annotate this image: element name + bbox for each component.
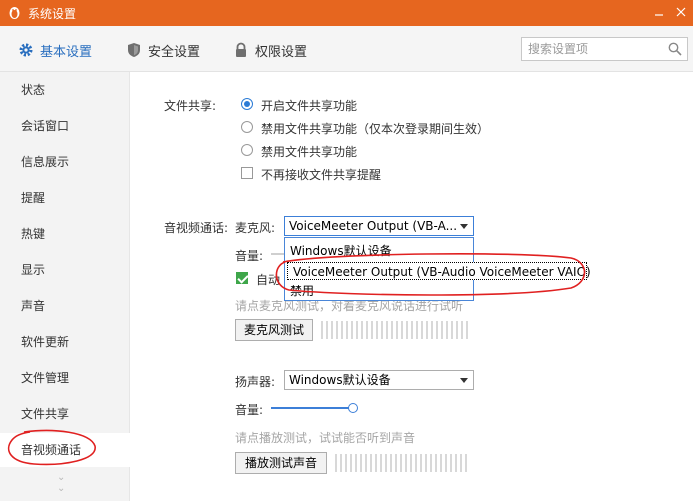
settings-search-box[interactable] bbox=[521, 37, 688, 61]
speaker-test-button[interactable]: 播放测试声音 bbox=[235, 452, 327, 474]
radio-enable-file-share[interactable] bbox=[241, 98, 253, 110]
speaker-level-meter bbox=[335, 454, 467, 472]
dropdown-option-windows-default[interactable]: Windows默认设备 bbox=[285, 242, 473, 260]
settings-sidebar: 状态 会话窗口 信息展示 提醒 热键 显示 声音 软件更新 文件管理 文件共享 … bbox=[0, 72, 130, 501]
checkbox-mic-auto[interactable] bbox=[236, 272, 248, 284]
microphone-selected-value: VoiceMeeter Output (VB-A... bbox=[289, 219, 458, 233]
mic-level-meter bbox=[321, 321, 468, 339]
penguin-logo-icon bbox=[9, 7, 20, 19]
sidebar-item-software-update[interactable]: 软件更新 bbox=[0, 325, 130, 359]
tab-security-settings[interactable]: 安全设置 bbox=[126, 40, 200, 60]
mic-auto-label[interactable]: 自动 bbox=[256, 271, 280, 288]
minimize-icon[interactable] bbox=[650, 4, 668, 22]
checkbox-no-share-prompt[interactable] bbox=[241, 167, 253, 179]
sidebar-item-sound[interactable]: 声音 bbox=[0, 289, 130, 323]
sidebar-item-file-sharing[interactable]: 文件共享 bbox=[0, 397, 130, 431]
tab-label: 权限设置 bbox=[255, 44, 308, 60]
tab-permission-settings[interactable]: 权限设置 bbox=[233, 40, 307, 60]
sidebar-scroll-arrows[interactable]: ⌄ ⌄ bbox=[57, 472, 65, 494]
checkbox-label[interactable]: 不再接收文件共享提醒 bbox=[261, 166, 381, 183]
sidebar-item-hotkeys[interactable]: 热键 bbox=[0, 217, 130, 251]
mic-volume-slider[interactable] bbox=[271, 253, 285, 255]
dropdown-option-voicemeeter[interactable]: VoiceMeeter Output (VB-Audio VoiceMeeter… bbox=[287, 262, 591, 280]
speaker-select[interactable]: Windows默认设备 bbox=[284, 370, 474, 390]
radio-disable-file-share[interactable] bbox=[241, 144, 253, 156]
tab-basic-settings[interactable]: 基本设置 bbox=[18, 40, 92, 60]
window-title: 系统设置 bbox=[28, 7, 77, 21]
av-call-label: 音视频通话: bbox=[164, 221, 229, 235]
speaker-volume-fill bbox=[271, 407, 353, 409]
radio-label[interactable]: 禁用文件共享功能（仅本次登录期间生效） bbox=[261, 120, 489, 137]
speaker-volume-thumb[interactable] bbox=[348, 403, 358, 413]
chevron-down-icon[interactable]: ⌄ bbox=[57, 472, 65, 483]
sidebar-item-reminder[interactable]: 提醒 bbox=[0, 181, 130, 215]
close-icon[interactable] bbox=[672, 4, 690, 22]
sidebar-item-av-call[interactable]: 音视频通话 bbox=[0, 433, 130, 467]
microphone-select[interactable]: VoiceMeeter Output (VB-A... bbox=[284, 216, 474, 236]
mic-volume-label: 音量: bbox=[235, 249, 264, 263]
microphone-dropdown-list: Windows默认设备 VoiceMeeter Output (VB-Audio… bbox=[284, 237, 591, 301]
chevron-down-icon bbox=[460, 224, 468, 229]
sidebar-item-file-management[interactable]: 文件管理 bbox=[0, 361, 130, 395]
chevron-down-icon[interactable]: ⌄ bbox=[57, 483, 65, 494]
radio-label[interactable]: 开启文件共享功能 bbox=[261, 97, 357, 114]
settings-tab-bar: 基本设置 安全设置 权限设置 bbox=[0, 26, 693, 72]
radio-disable-file-share-session[interactable] bbox=[241, 121, 253, 133]
tab-label: 安全设置 bbox=[148, 44, 201, 60]
microphone-label: 麦克风: bbox=[235, 221, 276, 235]
speaker-label: 扬声器: bbox=[235, 375, 276, 389]
settings-content: 文件共享: 开启文件共享功能 禁用文件共享功能（仅本次登录期间生效） 禁用文件共… bbox=[131, 72, 693, 501]
sidebar-item-info-display[interactable]: 信息展示 bbox=[0, 145, 130, 179]
sidebar-item-status[interactable]: 状态 bbox=[0, 73, 130, 107]
lock-icon bbox=[236, 42, 246, 57]
radio-label[interactable]: 禁用文件共享功能 bbox=[261, 143, 357, 160]
speaker-volume-label: 音量: bbox=[235, 403, 264, 417]
search-icon[interactable] bbox=[668, 42, 682, 56]
sidebar-item-chat-window[interactable]: 会话窗口 bbox=[0, 109, 130, 143]
speaker-selected-value: Windows默认设备 bbox=[289, 373, 391, 387]
file-share-label: 文件共享: bbox=[164, 99, 217, 113]
sidebar-item-display[interactable]: 显示 bbox=[0, 253, 130, 287]
shield-icon bbox=[128, 43, 140, 57]
search-input[interactable] bbox=[522, 38, 662, 60]
title-bar: 系统设置 bbox=[0, 0, 693, 26]
dropdown-option-disabled[interactable]: 禁用 bbox=[285, 282, 473, 300]
chevron-down-icon bbox=[460, 378, 468, 383]
tab-label: 基本设置 bbox=[40, 44, 93, 60]
mic-test-button[interactable]: 麦克风测试 bbox=[235, 319, 313, 341]
gear-icon bbox=[19, 43, 33, 57]
speaker-test-hint: 请点播放测试，试试能否听到声音 bbox=[235, 431, 416, 445]
